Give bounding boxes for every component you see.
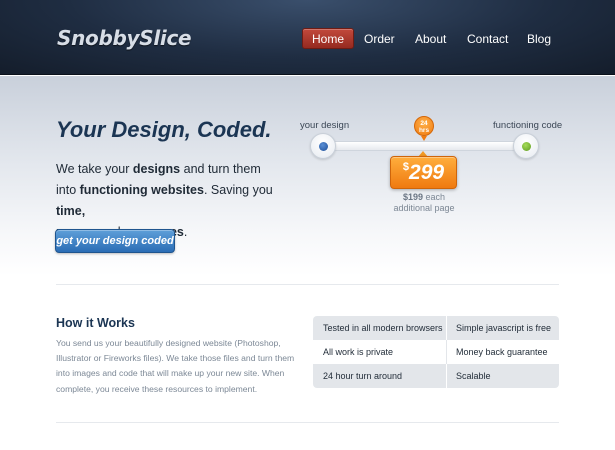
price-note: $199 each additional page (384, 192, 464, 214)
site-header: SnobbySlice Home Order About Contact Blo… (0, 0, 615, 75)
feature-cell: Simple javascript is free (456, 323, 552, 333)
feature-cell: Scalable (456, 371, 491, 381)
features-table: Tested in all modern browsers Simple jav… (313, 316, 559, 388)
feature-cell: All work is private (323, 347, 394, 357)
nav-home[interactable]: Home (302, 28, 355, 49)
slider-left-label: your design (300, 120, 350, 131)
hero-bold-designs: designs (132, 162, 181, 176)
hero-title: Your Design, Coded. (56, 117, 272, 142)
feature-cell: Money back guarantee (456, 347, 548, 357)
slider-knob-right[interactable] (513, 133, 539, 159)
nav-order[interactable]: Order (364, 29, 395, 49)
slider-knob-left[interactable] (310, 133, 336, 159)
feature-separator (446, 340, 447, 364)
nav-about[interactable]: About (415, 29, 446, 49)
blue-dot-icon (319, 142, 328, 151)
hero-text-3: . Saving you (203, 183, 273, 197)
features-row: 24 hour turn around Scalable (313, 364, 559, 388)
features-row: All work is private Money back guarantee (313, 340, 559, 364)
hero-bold-time: time, (56, 204, 86, 218)
hero-text-5: . (183, 225, 188, 239)
price-slider-track[interactable] (318, 141, 528, 151)
feature-separator (446, 364, 447, 388)
section-divider-bottom (56, 422, 559, 423)
feature-cell: Tested in all modern browsers (323, 323, 443, 333)
hero-text-1: We take your (56, 162, 133, 176)
features-row: Tested in all modern browsers Simple jav… (313, 316, 559, 340)
price-amount: 299 (409, 161, 445, 184)
price-tag: $299 (390, 156, 457, 189)
hours-pointer-icon (421, 136, 427, 141)
hours-unit: hrs (418, 127, 430, 134)
how-it-works-text: You send us your beautifully designed we… (56, 338, 295, 394)
hours-badge[interactable]: 24 hrs (414, 116, 434, 136)
nav-blog[interactable]: Blog (527, 29, 551, 49)
logo[interactable]: SnobbySlice (57, 26, 192, 50)
price-note-amount: $199 (402, 192, 423, 202)
feature-cell: 24 hour turn around (323, 371, 403, 381)
section-divider-top (56, 284, 559, 285)
nav-contact[interactable]: Contact (467, 29, 508, 49)
feature-separator (446, 316, 447, 340)
hero-bold-websites: functioning websites (79, 183, 204, 197)
slider-right-label: functioning code (493, 120, 563, 131)
get-design-coded-button[interactable]: get your design coded (55, 229, 175, 253)
hours-value: 24 (420, 120, 428, 127)
how-it-works-title: How it Works (56, 316, 135, 330)
green-dot-icon (522, 142, 531, 151)
